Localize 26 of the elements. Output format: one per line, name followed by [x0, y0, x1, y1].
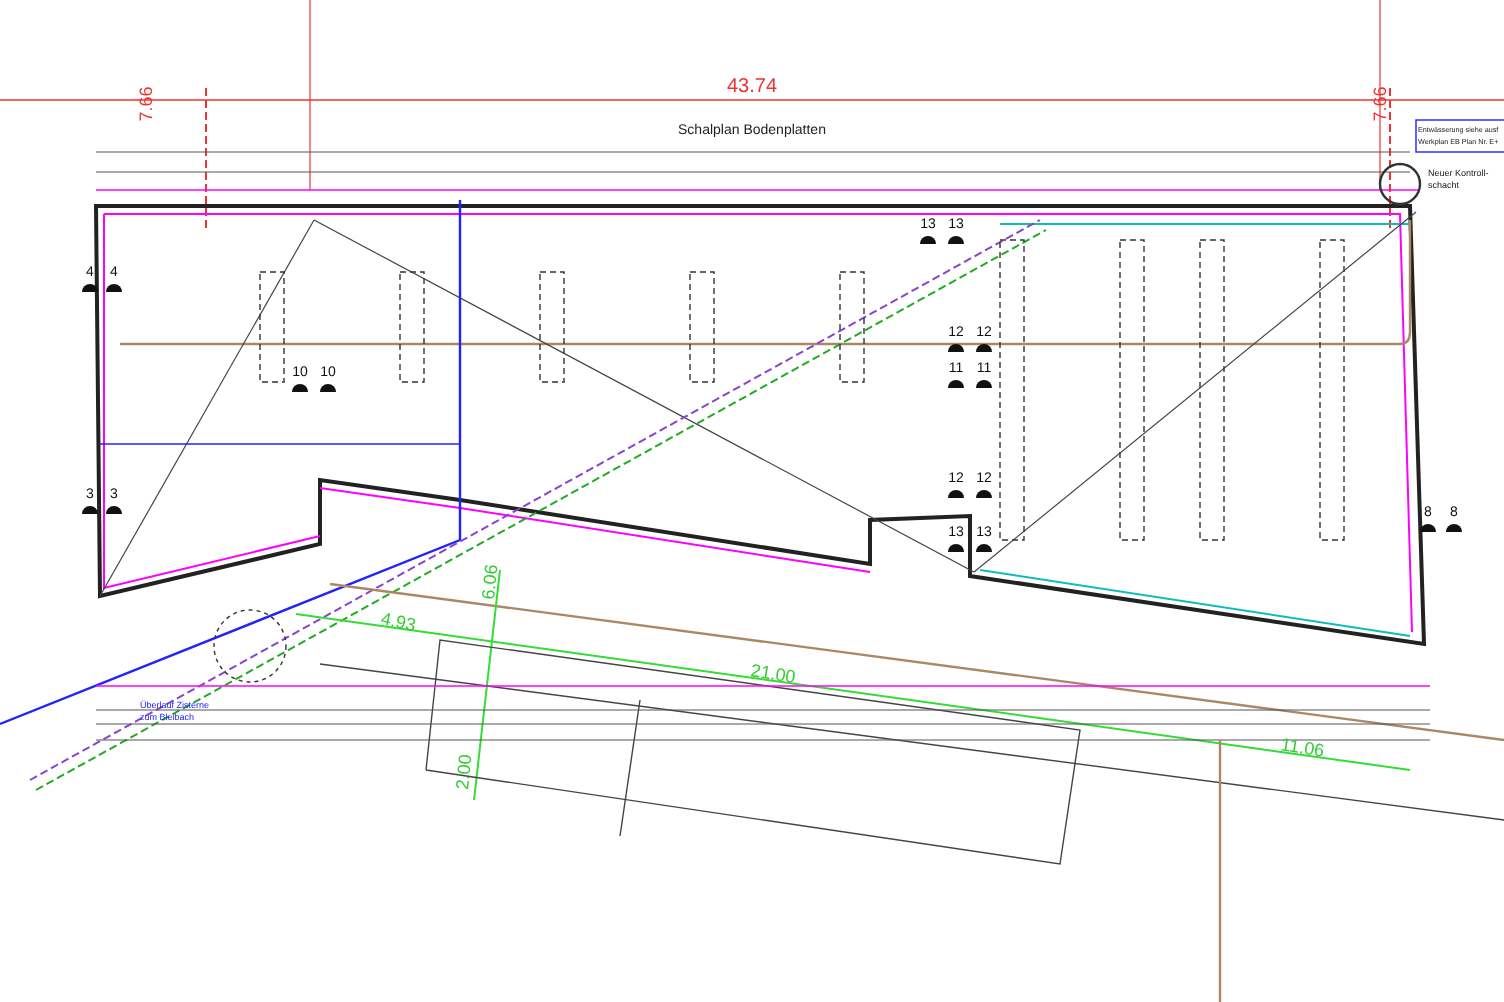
section-marker-icon: [106, 506, 122, 514]
section-marker-icon: [948, 344, 964, 352]
section-marker-icon: [1420, 524, 1436, 532]
section-marker-icon: [976, 380, 992, 388]
height-dimension: 7.66: [136, 86, 156, 122]
dimension-value: 4.93: [379, 608, 418, 636]
section-marker-icon: [292, 384, 308, 392]
section-marker-icon: [82, 284, 98, 292]
section-marker-icon: [948, 490, 964, 498]
section-marker-icon: [106, 284, 122, 292]
section-marker-icon: [976, 344, 992, 352]
dimension-value: 6.06: [478, 563, 502, 601]
section-marker-icon: [948, 380, 964, 388]
section-marker-icon: [948, 236, 964, 244]
section-marker-icon: [1446, 524, 1462, 532]
overall-dimension: 43.74: [726, 76, 778, 98]
height-dimension: 7.66: [1370, 86, 1390, 122]
section-marker-icon: [82, 506, 98, 514]
section-marker-icon: [976, 490, 992, 498]
dimension-value: 11.06: [1279, 734, 1326, 761]
dimension-value: 21.00: [749, 660, 797, 687]
section-marker-icon: [976, 544, 992, 552]
section-marker-icon: [948, 544, 964, 552]
dimension-value: 2.00: [452, 753, 476, 791]
section-marker-icon: [920, 236, 936, 244]
section-marker-icon: [320, 384, 336, 392]
